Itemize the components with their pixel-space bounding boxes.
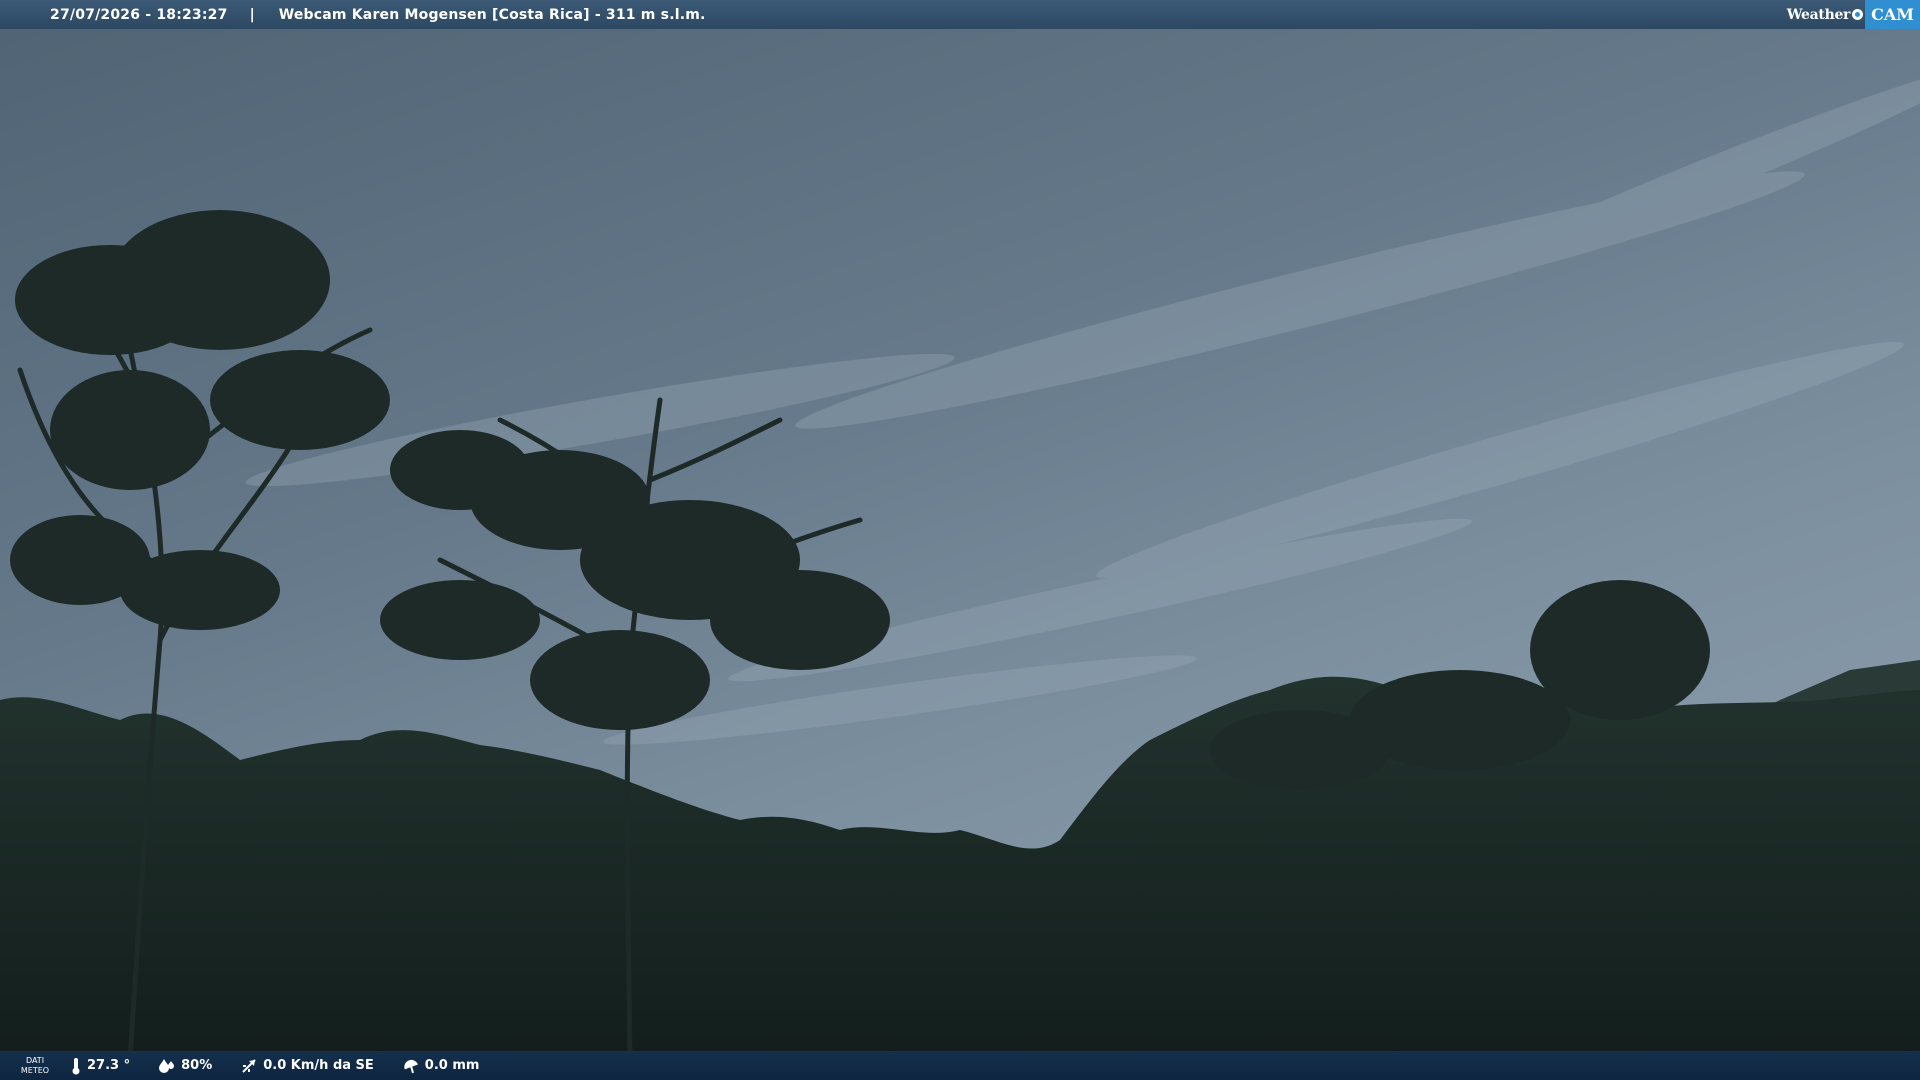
humidity-reading: 80% bbox=[158, 1057, 212, 1075]
temperature-value: 27.3 ° bbox=[87, 1058, 131, 1073]
wind-value: 0.0 Km/h da SE bbox=[263, 1058, 374, 1073]
logo-cam: CAM bbox=[1865, 0, 1920, 29]
logo-globe-icon bbox=[1852, 9, 1864, 20]
wind-vane-icon bbox=[242, 1058, 256, 1073]
webcam-image bbox=[0, 0, 1920, 1080]
thermometer-icon bbox=[72, 1057, 80, 1074]
weathercam-logo[interactable]: Weather CAM bbox=[1787, 0, 1920, 29]
weather-data-bar: DATI METEO 27.3 ° 80% 0.0 Km/h da SE 0.0… bbox=[0, 1051, 1920, 1080]
webcam-title: Webcam Karen Mogensen [Costa Rica] - 311… bbox=[278, 6, 706, 23]
umbrella-icon bbox=[404, 1059, 418, 1073]
logo-word: Weather bbox=[1786, 6, 1851, 23]
rain-reading: 0.0 mm bbox=[402, 1057, 480, 1075]
humidity-drops-icon bbox=[159, 1058, 175, 1073]
wind-reading: 0.0 Km/h da SE bbox=[240, 1057, 374, 1075]
header-separator: | bbox=[249, 6, 255, 23]
temperature-reading: 27.3 ° bbox=[70, 1057, 130, 1075]
header-bar: 27/07/2026 - 18:23:27 | Webcam Karen Mog… bbox=[0, 0, 1920, 29]
datetime-text: 27/07/2026 - 18:23:27 bbox=[50, 6, 228, 23]
humidity-value: 80% bbox=[181, 1058, 213, 1073]
rain-value: 0.0 mm bbox=[424, 1058, 480, 1073]
dati-meteo-label: DATI METEO bbox=[20, 1055, 50, 1075]
